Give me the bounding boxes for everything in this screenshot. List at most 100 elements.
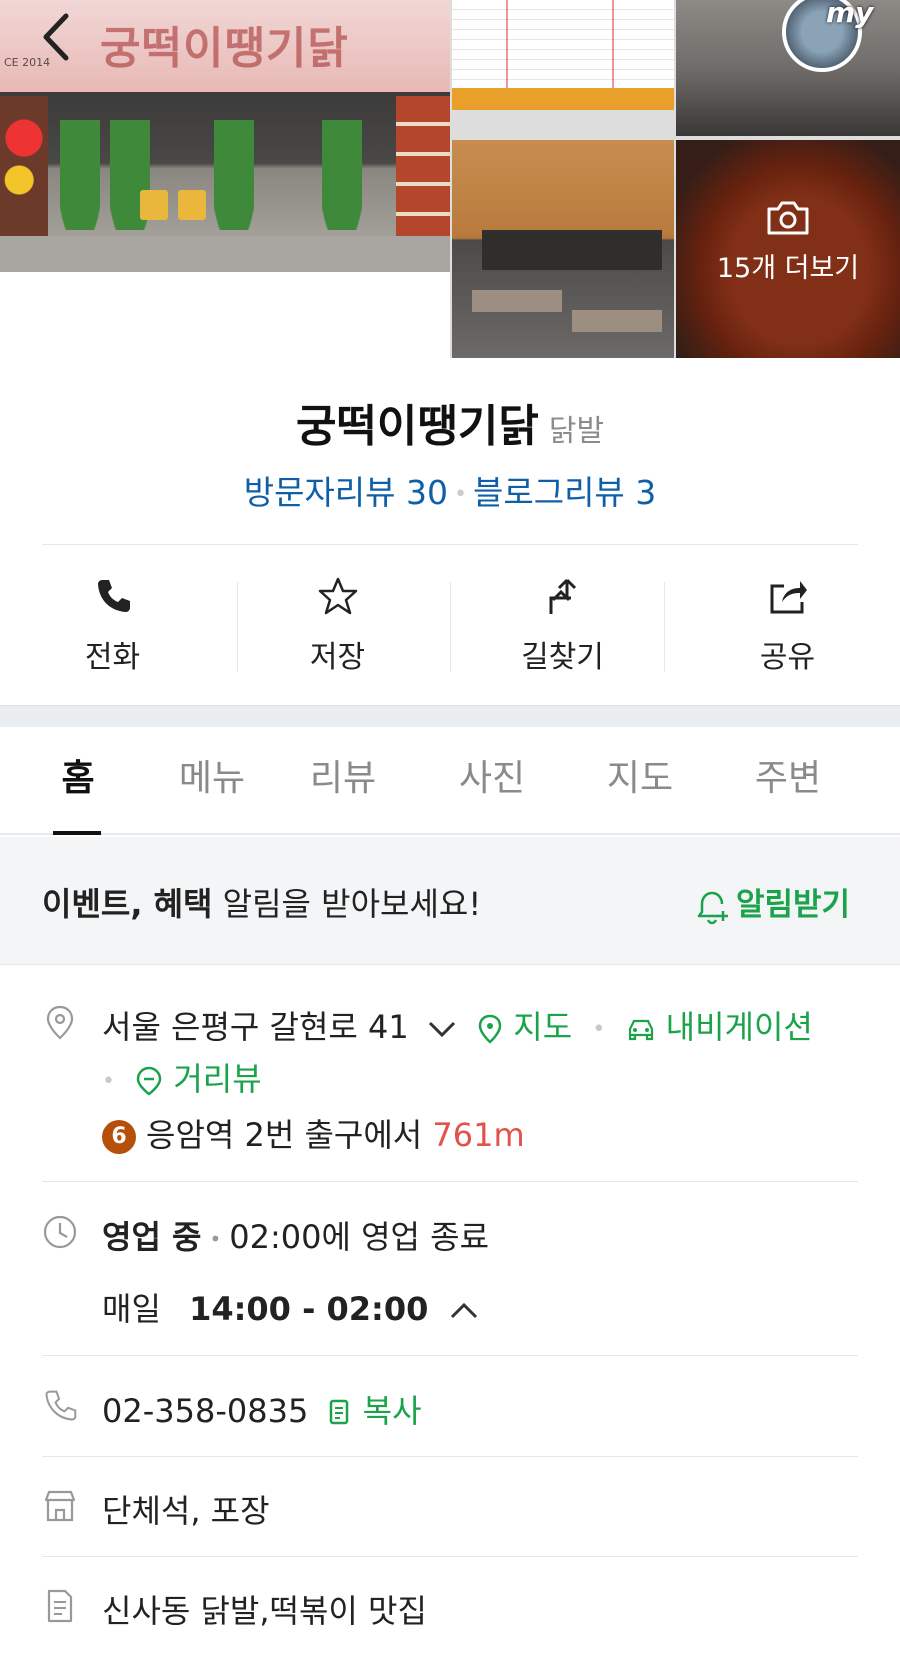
divider: [42, 1456, 858, 1457]
share-button[interactable]: 공유: [675, 546, 900, 676]
streetview-link-label: 거리뷰: [173, 1060, 262, 1098]
review-links: 방문자리뷰 30 • 블로그리뷰 3: [0, 466, 900, 514]
directions-button[interactable]: 길찾기: [450, 546, 675, 676]
active-tab-indicator: [53, 831, 101, 835]
more-photos-button[interactable]: 15개 더보기: [676, 200, 900, 285]
interior-photo-2[interactable]: [452, 140, 674, 358]
navigation-link-label: 내비게이션: [665, 1008, 813, 1046]
plant: [60, 120, 100, 230]
directions-icon: [549, 578, 576, 614]
flower-wreath: [0, 96, 48, 236]
streetview-link[interactable]: 거리뷰: [125, 1060, 262, 1098]
copy-icon: [329, 1399, 348, 1425]
save-button[interactable]: 저장: [225, 546, 450, 676]
store-sign-logo: 궁떡이땡기닭: [100, 23, 349, 74]
station-exit: 2번 출구에서: [234, 1116, 433, 1154]
car-icon: [628, 1019, 653, 1041]
booth-seat: [482, 230, 662, 270]
tab-map[interactable]: 지도: [566, 727, 714, 833]
tab-home[interactable]: 홈: [0, 727, 156, 833]
bell-plus-icon: [697, 891, 728, 924]
station-distance: 761m: [432, 1116, 525, 1154]
separator-dot: •: [209, 1227, 222, 1251]
address-text[interactable]: 서울 은평구 갈현로 41: [102, 1008, 409, 1046]
divider: [42, 1556, 858, 1557]
share-label: 공유: [759, 640, 816, 675]
address-row: 서울 은평구 갈현로 41 지도 • 내비게이션: [102, 1002, 813, 1048]
plant: [322, 120, 362, 230]
section-gap: [0, 705, 900, 727]
phone-outline-icon: [45, 1390, 77, 1421]
share-icon: [770, 581, 807, 614]
call-button[interactable]: 전화: [0, 546, 225, 676]
notification-message: 이벤트, 혜택 알림을 받아보세요!: [42, 879, 481, 925]
chair: [140, 190, 168, 220]
tab-reviews[interactable]: 리뷰: [268, 727, 418, 833]
hours-time-range: 14:00 - 02:00: [189, 1290, 429, 1328]
menu-banner: [452, 88, 674, 110]
divider: [42, 1355, 858, 1356]
hours-days: 매일: [102, 1290, 161, 1328]
tab-photos[interactable]: 사진: [418, 727, 566, 833]
camera-icon: [767, 201, 809, 235]
plant: [214, 120, 254, 230]
clock-icon: [43, 1215, 77, 1249]
place-title: 궁떡이땡기닭 닭발: [0, 390, 900, 454]
map-link[interactable]: 지도: [477, 1008, 582, 1046]
action-separator: [237, 582, 238, 672]
action-separator: [664, 582, 665, 672]
phone-row: 02-358-0835 복사: [102, 1386, 422, 1432]
visitor-reviews-link[interactable]: 방문자리뷰 30: [244, 473, 448, 512]
description-text: 신사동 닭발,떡볶이 맛집: [102, 1592, 427, 1630]
save-label: 저장: [309, 640, 366, 675]
gallery-blank-area: [0, 272, 450, 358]
back-arrow-icon[interactable]: [36, 10, 80, 64]
tab-bar: 홈 메뉴 리뷰 사진 지도 주변: [0, 727, 900, 835]
notification-banner: 이벤트, 혜택 알림을 받아보세요! 알림받기: [0, 837, 900, 965]
chevron-down-icon[interactable]: [427, 1019, 457, 1039]
menu-board: [396, 96, 450, 236]
phone-number[interactable]: 02-358-0835: [102, 1392, 308, 1430]
table: [472, 290, 562, 312]
notification-highlight: 이벤트, 혜택: [42, 885, 213, 923]
subway-line-badge: 6: [102, 1120, 136, 1154]
hours-status-row[interactable]: 영업 중 • 02:00에 영업 종료: [102, 1212, 489, 1258]
place-detail-page: 궁떡이땡기닭 CE 2014 15개 더보기 my 궁떡이땡기닭 닭발 방문자리…: [0, 0, 900, 1662]
separator-dot: •: [102, 1068, 115, 1094]
closing-time: 02:00에 영업 종료: [229, 1218, 490, 1256]
menu-photo[interactable]: [452, 0, 674, 110]
description-row: 신사동 닭발,떡볶이 맛집: [102, 1586, 427, 1632]
table: [572, 310, 662, 332]
separator-dot: •: [592, 1016, 606, 1042]
photo-gallery: 궁떡이땡기닭 CE 2014 15개 더보기 my: [0, 0, 900, 358]
phone-icon: [97, 580, 130, 612]
copy-phone-button[interactable]: 복사: [327, 1392, 422, 1430]
sidewalk: [0, 236, 450, 272]
subscribe-alert-button[interactable]: 알림받기: [694, 879, 850, 925]
chevron-up-icon[interactable]: [449, 1301, 479, 1321]
place-name: 궁떡이땡기닭: [295, 401, 539, 452]
station-name: 응암역: [146, 1116, 235, 1154]
amenities-row: 단체석, 포장: [102, 1486, 270, 1532]
amenities-text: 단체석, 포장: [102, 1492, 270, 1530]
call-label: 전화: [84, 640, 141, 675]
map-link-label: 지도: [513, 1008, 573, 1046]
tab-menu[interactable]: 메뉴: [156, 727, 268, 833]
map-pin-icon: [478, 1014, 502, 1044]
streetview-icon: [136, 1066, 162, 1096]
star-icon: [318, 577, 357, 615]
subscribe-alert-label: 알림받기: [736, 887, 851, 923]
chair: [178, 190, 206, 220]
divider: [42, 544, 858, 545]
store-icon: [44, 1490, 76, 1522]
location-pin-icon: [46, 1005, 74, 1040]
navigation-link[interactable]: 내비게이션: [615, 1008, 813, 1046]
notification-text: 알림을 받아보세요!: [212, 885, 482, 923]
tab-nearby[interactable]: 주변: [714, 727, 862, 833]
my-label: my: [826, 0, 874, 29]
blog-reviews-link[interactable]: 블로그리뷰 3: [473, 473, 656, 512]
divider: [42, 1181, 858, 1182]
hours-detail-row[interactable]: 매일 14:00 - 02:00: [102, 1284, 479, 1330]
subway-row: 6 응암역 2번 출구에서 761m: [102, 1110, 525, 1156]
separator-dot: •: [454, 482, 467, 507]
